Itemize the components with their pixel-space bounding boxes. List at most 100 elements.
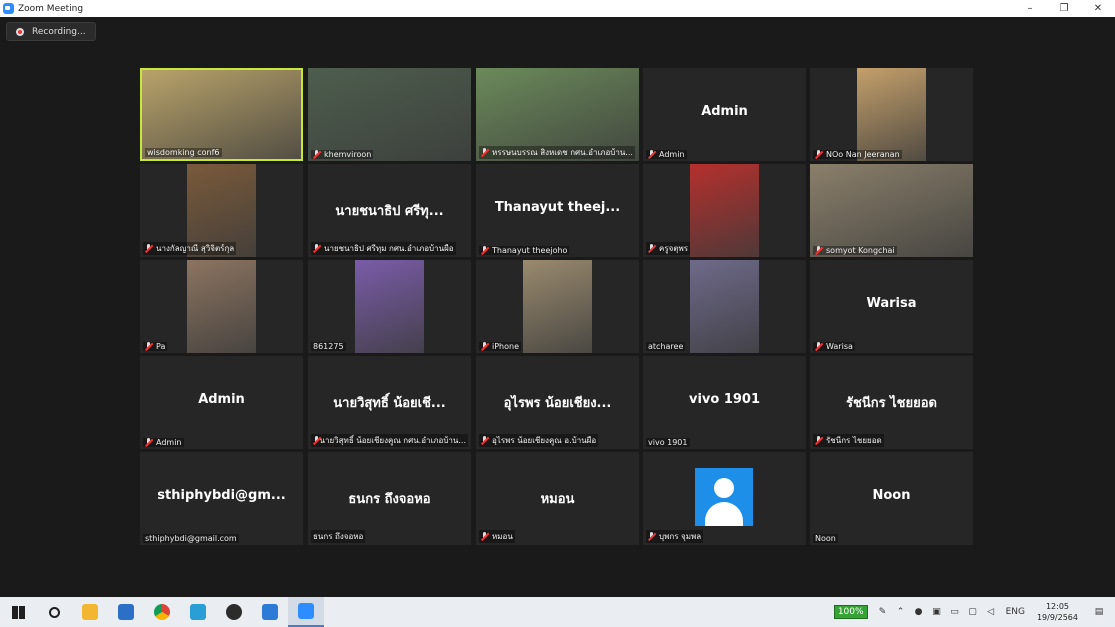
close-button[interactable]: ✕	[1081, 0, 1115, 17]
participant-name: ธนกร ถึงจอหอ	[313, 532, 364, 541]
photos-icon	[262, 604, 278, 620]
file-explorer-taskbar-button[interactable]	[72, 597, 108, 627]
obs-taskbar-button[interactable]	[216, 597, 252, 627]
battery-percentage[interactable]: 100%	[833, 605, 868, 619]
participant-name: 861275	[313, 342, 344, 351]
participant-tile[interactable]: รัชนีกร ไชยยอด รัชนีกร ไชยยอด	[810, 356, 973, 449]
participant-display-name: รัชนีกร ไชยยอด	[846, 396, 937, 411]
pen-icon[interactable]: ✎	[877, 606, 889, 618]
participant-display-name: Thanayut theej...	[494, 200, 621, 215]
participant-tile[interactable]: somyot Kongchai	[810, 164, 973, 257]
participant-name-label: บุพกร จุมพล	[646, 530, 704, 543]
muted-mic-icon	[815, 246, 823, 255]
participant-tile[interactable]: 861275	[308, 260, 471, 353]
participant-tile[interactable]: Thanayut theej... Thanayut theejoho	[476, 164, 639, 257]
zoom-logo-icon	[3, 3, 14, 14]
participant-name: sthiphybdi@gmail.com	[145, 534, 237, 543]
photos-taskbar-button[interactable]	[252, 597, 288, 627]
participant-name-label: หรรษนบรรณ สิงหเดช กศน.อำเภอบ้าน...	[479, 146, 635, 159]
participant-name: Warisa	[826, 342, 853, 351]
participant-name-label: Pa	[143, 342, 168, 351]
app-tray-icon[interactable]: ▣	[931, 606, 943, 618]
participant-tile[interactable]: khemviroon	[308, 68, 471, 161]
participant-tile[interactable]: NOo Nan Jeeranan	[810, 68, 973, 161]
recording-indicator[interactable]: Recording...	[6, 22, 96, 41]
participant-display-name: นายชนาธิป ศรีทุ...	[335, 204, 444, 219]
participant-name: ครูจตุพร	[659, 244, 689, 253]
participant-name: atcharee	[648, 342, 684, 351]
participant-name: iPhone	[492, 342, 520, 351]
participant-tile[interactable]: Warisa Warisa	[810, 260, 973, 353]
muted-mic-icon	[313, 436, 318, 445]
line-app-taskbar-button[interactable]	[180, 597, 216, 627]
clock[interactable]: 12:05 19/9/2564	[1037, 601, 1078, 623]
chrome-taskbar-button[interactable]	[144, 597, 180, 627]
participant-name-label: Admin	[646, 150, 687, 159]
participant-tile[interactable]: Pa	[140, 260, 303, 353]
windows-start-taskbar-button[interactable]	[0, 597, 36, 627]
participant-name-label: Thanayut theejoho	[479, 246, 570, 255]
participant-tile[interactable]: wisdomking conf6	[140, 68, 303, 161]
participant-tile[interactable]: หมอน หมอน	[476, 452, 639, 545]
participant-name: Admin	[156, 438, 182, 447]
participant-tile[interactable]: หรรษนบรรณ สิงหเดช กศน.อำเภอบ้าน...	[476, 68, 639, 161]
participant-tile[interactable]: ธนกร ถึงจอหอ ธนกร ถึงจอหอ	[308, 452, 471, 545]
maximize-button[interactable]: ❐	[1047, 0, 1081, 17]
mail-icon	[118, 604, 134, 620]
participant-tile[interactable]: atcharee	[643, 260, 806, 353]
participant-tile[interactable]: นายวิสุทธิ์ น้อยเชี... นายวิสุทธิ์ น้อยเช…	[308, 356, 471, 449]
mail-taskbar-button[interactable]	[108, 597, 144, 627]
participant-display-name: Admin	[701, 104, 748, 119]
obs-icon	[226, 604, 242, 620]
participant-tile[interactable]: นายชนาธิป ศรีทุ... นายชนาธิป ศรีทุม กศน.อ…	[308, 164, 471, 257]
notifications-icon[interactable]: ▤	[1093, 606, 1105, 618]
participant-name: หมอน	[492, 532, 513, 541]
participant-tile[interactable]: vivo 1901 vivo 1901	[643, 356, 806, 449]
muted-mic-icon	[481, 342, 489, 351]
participant-display-name: นายวิสุทธิ์ น้อยเชี...	[333, 396, 446, 411]
participant-tile[interactable]: Admin Admin	[643, 68, 806, 161]
muted-mic-icon	[481, 532, 489, 541]
chevron-up-icon[interactable]: ⌃	[895, 606, 907, 618]
zoom-taskbar-button[interactable]	[288, 597, 324, 627]
microphone-icon[interactable]: ●	[913, 606, 925, 618]
windows-start-icon	[11, 605, 25, 619]
record-dot-icon	[16, 27, 24, 36]
muted-mic-icon	[815, 150, 823, 159]
participant-name: NOo Nan Jeeranan	[826, 150, 900, 159]
participant-display-name: อุไรพร น้อยเชียง...	[503, 396, 612, 411]
battery-icon[interactable]: ▭	[949, 606, 961, 618]
clock-time: 12:05	[1045, 602, 1070, 611]
participant-tile[interactable]: Noon Noon	[810, 452, 973, 545]
search-icon	[48, 606, 60, 618]
participant-tile[interactable]: บุพกร จุมพล	[643, 452, 806, 545]
muted-mic-icon	[648, 244, 656, 253]
participant-tile[interactable]: ครูจตุพร	[643, 164, 806, 257]
muted-mic-icon	[815, 342, 823, 351]
participant-name: Thanayut theejoho	[492, 246, 568, 255]
participant-name-label: khemviroon	[311, 150, 374, 159]
volume-icon[interactable]: ◁	[985, 606, 997, 618]
language-indicator[interactable]: ENG	[1006, 606, 1025, 618]
participant-tile[interactable]: อุไรพร น้อยเชียง... อุไรพร น้อยเชียงคูณ อ…	[476, 356, 639, 449]
participant-tile[interactable]: นางกัลญาณี สุวิจิตร์กุล	[140, 164, 303, 257]
participant-tile[interactable]: sthiphybdi@gm... sthiphybdi@gmail.com	[140, 452, 303, 545]
participant-tile[interactable]: iPhone	[476, 260, 639, 353]
search-taskbar-button[interactable]	[36, 597, 72, 627]
participant-name-label: Warisa	[813, 342, 855, 351]
participant-name-label: NOo Nan Jeeranan	[813, 150, 902, 159]
participant-name: บุพกร จุมพล	[659, 532, 702, 541]
network-icon[interactable]: ▢	[967, 606, 979, 618]
participant-name: vivo 1901	[648, 438, 688, 447]
participant-tile[interactable]: Admin Admin	[140, 356, 303, 449]
participant-name: นายวิสุทธิ์ น้อยเชียงคูณ กศน.อำเภอบ้าน..…	[319, 436, 466, 445]
muted-mic-icon	[481, 246, 489, 255]
participant-name-label: iPhone	[479, 342, 522, 351]
system-tray: 100% ✎ ⌃ ● ▣ ▭ ▢ ◁ ENG 12:05 19/9/2564 ▤	[833, 597, 1115, 627]
taskbar-apps	[0, 597, 324, 627]
participant-display-name: vivo 1901	[688, 392, 761, 407]
participant-name: นายชนาธิป ศรีทุม กศน.อำเภอบ้านผือ	[324, 244, 454, 253]
participant-name-label: ธนกร ถึงจอหอ	[311, 530, 366, 543]
minimize-button[interactable]: –	[1013, 0, 1047, 17]
window-title: Zoom Meeting	[18, 3, 84, 14]
